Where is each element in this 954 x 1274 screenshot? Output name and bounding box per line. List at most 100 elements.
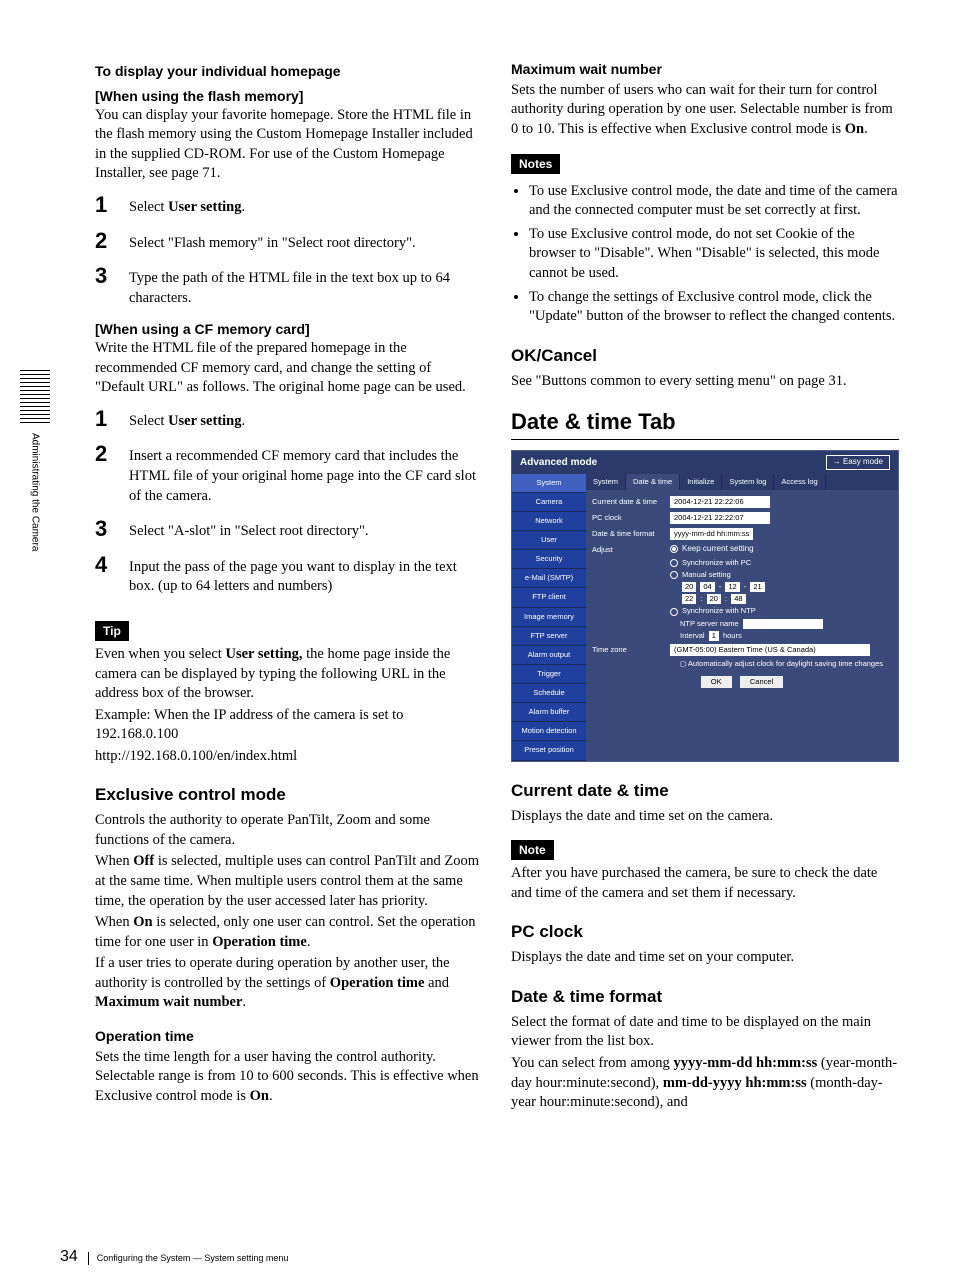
shot-sidebar: System Camera Network User Security e-Ma…: [512, 474, 586, 761]
right-column: Maximum wait number Sets the number of u…: [511, 60, 899, 1244]
heading-current-date: Current date & time: [511, 780, 899, 803]
value-pc-clock: 2004-12-21 22:22:07: [670, 512, 770, 524]
sidebar-item-preset[interactable]: Preset position: [512, 741, 586, 760]
sidebar-item-schedule[interactable]: Schedule: [512, 684, 586, 703]
label-pc-clock: PC clock: [592, 513, 664, 523]
select-month[interactable]: 12: [725, 582, 739, 592]
value-current-date: 2004-12-21 22:22:06: [670, 496, 770, 508]
heading-ok-cancel: OK/Cancel: [511, 345, 899, 368]
sidebar-item-alarm-buffer[interactable]: Alarm buffer: [512, 703, 586, 722]
label-adjust: Adjust: [592, 545, 664, 555]
select-year-hi[interactable]: 20: [682, 582, 696, 592]
step-num: 3: [95, 265, 113, 308]
step-text: Insert a recommended CF memory card that…: [129, 443, 483, 506]
side-tab-text: Administrating the Camera: [28, 433, 42, 551]
heading-pc-clock: PC clock: [511, 921, 899, 944]
notes-list: To use Exclusive control mode, the date …: [529, 182, 899, 327]
checkbox-dst[interactable]: ◻ Automatically adjust clock for dayligh…: [680, 659, 883, 668]
radio-sync-ntp[interactable]: Synchronize with NTP: [670, 606, 756, 615]
fmt-para-1: Select the format of date and time to be…: [511, 1013, 899, 1052]
select-date-format[interactable]: yyyy-mm-dd hh:mm:ss: [670, 528, 753, 540]
sidebar-item-motion[interactable]: Motion detection: [512, 722, 586, 741]
note-item: To use Exclusive control mode, the date …: [529, 182, 899, 221]
label-current-date: Current date & time: [592, 497, 664, 507]
sidebar-item-email[interactable]: e-Mail (SMTP): [512, 569, 586, 588]
heading-date-format: Date & time format: [511, 986, 899, 1009]
manual-time-selects: 22 : 20 : 48: [586, 593, 898, 605]
ok-button[interactable]: OK: [701, 676, 732, 688]
easy-mode-button[interactable]: → Easy mode: [826, 455, 890, 470]
select-hour[interactable]: 22: [682, 594, 696, 604]
heading-exclusive-control: Exclusive control mode: [95, 784, 483, 807]
steps-cf: 1 Select User setting. 2 Insert a recomm…: [95, 408, 483, 597]
heading-homepage: To display your individual homepage: [95, 62, 483, 81]
label-time-zone: Time zone: [592, 645, 664, 655]
select-minute[interactable]: 20: [707, 594, 721, 604]
label-hours: hours: [723, 631, 742, 640]
fmt-para-2: You can select from among yyyy-mm-dd hh:…: [511, 1054, 899, 1113]
exc-para-3: When On is selected, only one user can c…: [95, 913, 483, 952]
sidebar-item-trigger[interactable]: Trigger: [512, 665, 586, 684]
input-ntp-server[interactable]: [743, 619, 823, 629]
note-para: After you have purchased the camera, be …: [511, 864, 899, 903]
page-number: 34: [60, 1246, 78, 1268]
max-para: Sets the number of users who can wait fo…: [511, 81, 899, 140]
step-num: 1: [95, 194, 113, 218]
step-num: 2: [95, 230, 113, 254]
tab-date-time[interactable]: Date & time: [626, 474, 680, 490]
tab-system-log[interactable]: System log: [722, 474, 774, 490]
step-text: Select User setting.: [129, 194, 483, 218]
sidebar-item-system[interactable]: System: [512, 474, 586, 493]
step-text: Select User setting.: [129, 408, 483, 432]
step-text: Select "A-slot" in "Select root director…: [129, 518, 483, 542]
radio-manual[interactable]: Manual setting: [670, 570, 731, 579]
tab-access-log[interactable]: Access log: [774, 474, 825, 490]
footer: 34 Configuring the System — System setti…: [60, 1246, 288, 1268]
sidebar-item-image-memory[interactable]: Image memory: [512, 608, 586, 627]
para-cf-intro: Write the HTML file of the prepared home…: [95, 339, 483, 398]
footer-text: Configuring the System — System setting …: [88, 1252, 289, 1264]
select-day[interactable]: 21: [750, 582, 764, 592]
select-time-zone[interactable]: (GMT-05:00) Eastern Time (US & Canada): [670, 644, 870, 656]
select-year-lo[interactable]: 04: [700, 582, 714, 592]
sidebar-item-security[interactable]: Security: [512, 550, 586, 569]
step-text: Select "Flash memory" in "Select root di…: [129, 230, 483, 254]
para-flash-intro: You can display your favorite homepage. …: [95, 106, 483, 184]
exc-para-4: If a user tries to operate during operat…: [95, 954, 483, 1013]
step-num: 3: [95, 518, 113, 542]
note-item: To use Exclusive control mode, do not se…: [529, 225, 899, 284]
sidebar-item-alarm-output[interactable]: Alarm output: [512, 646, 586, 665]
radio-keep-current[interactable]: Keep current setting: [670, 544, 754, 555]
shot-tabs: System Date & time Initialize System log…: [586, 474, 898, 490]
label-date-format: Date & time format: [592, 529, 664, 539]
radio-sync-pc[interactable]: Synchronize with PC: [670, 558, 751, 567]
step-num: 4: [95, 554, 113, 597]
heading-flash-memory: [When using the flash memory]: [95, 87, 483, 106]
sidebar-item-ftp-client[interactable]: FTP client: [512, 588, 586, 607]
tip-para-1: Even when you select User setting, the h…: [95, 645, 483, 704]
heading-operation-time: Operation time: [95, 1027, 483, 1046]
cancel-button[interactable]: Cancel: [740, 676, 783, 688]
sidebar-item-user[interactable]: User: [512, 531, 586, 550]
sidebar-item-camera[interactable]: Camera: [512, 493, 586, 512]
left-column: To display your individual homepage [Whe…: [95, 60, 483, 1244]
note-label: Note: [511, 840, 554, 860]
sidebar-item-network[interactable]: Network: [512, 512, 586, 531]
pc-para: Displays the date and time set on your c…: [511, 948, 899, 968]
tab-system[interactable]: System: [586, 474, 626, 490]
notes-label: Notes: [511, 154, 560, 174]
side-tab: Administrating the Camera: [20, 370, 50, 551]
step-num: 1: [95, 408, 113, 432]
select-interval[interactable]: 1: [709, 631, 719, 641]
sidebar-item-ftp-server[interactable]: FTP server: [512, 627, 586, 646]
cur-para: Displays the date and time set on the ca…: [511, 807, 899, 827]
step-text: Type the path of the HTML file in the te…: [129, 265, 483, 308]
step-num: 2: [95, 443, 113, 506]
steps-flash: 1 Select User setting. 2 Select "Flash m…: [95, 194, 483, 308]
select-second[interactable]: 48: [731, 594, 745, 604]
label-ntp-server: NTP server name: [680, 619, 739, 628]
opt-para: Sets the time length for a user having t…: [95, 1048, 483, 1107]
step-text: Input the pass of the page you want to d…: [129, 554, 483, 597]
tab-initialize[interactable]: Initialize: [680, 474, 722, 490]
side-tab-lines-icon: [20, 370, 50, 425]
